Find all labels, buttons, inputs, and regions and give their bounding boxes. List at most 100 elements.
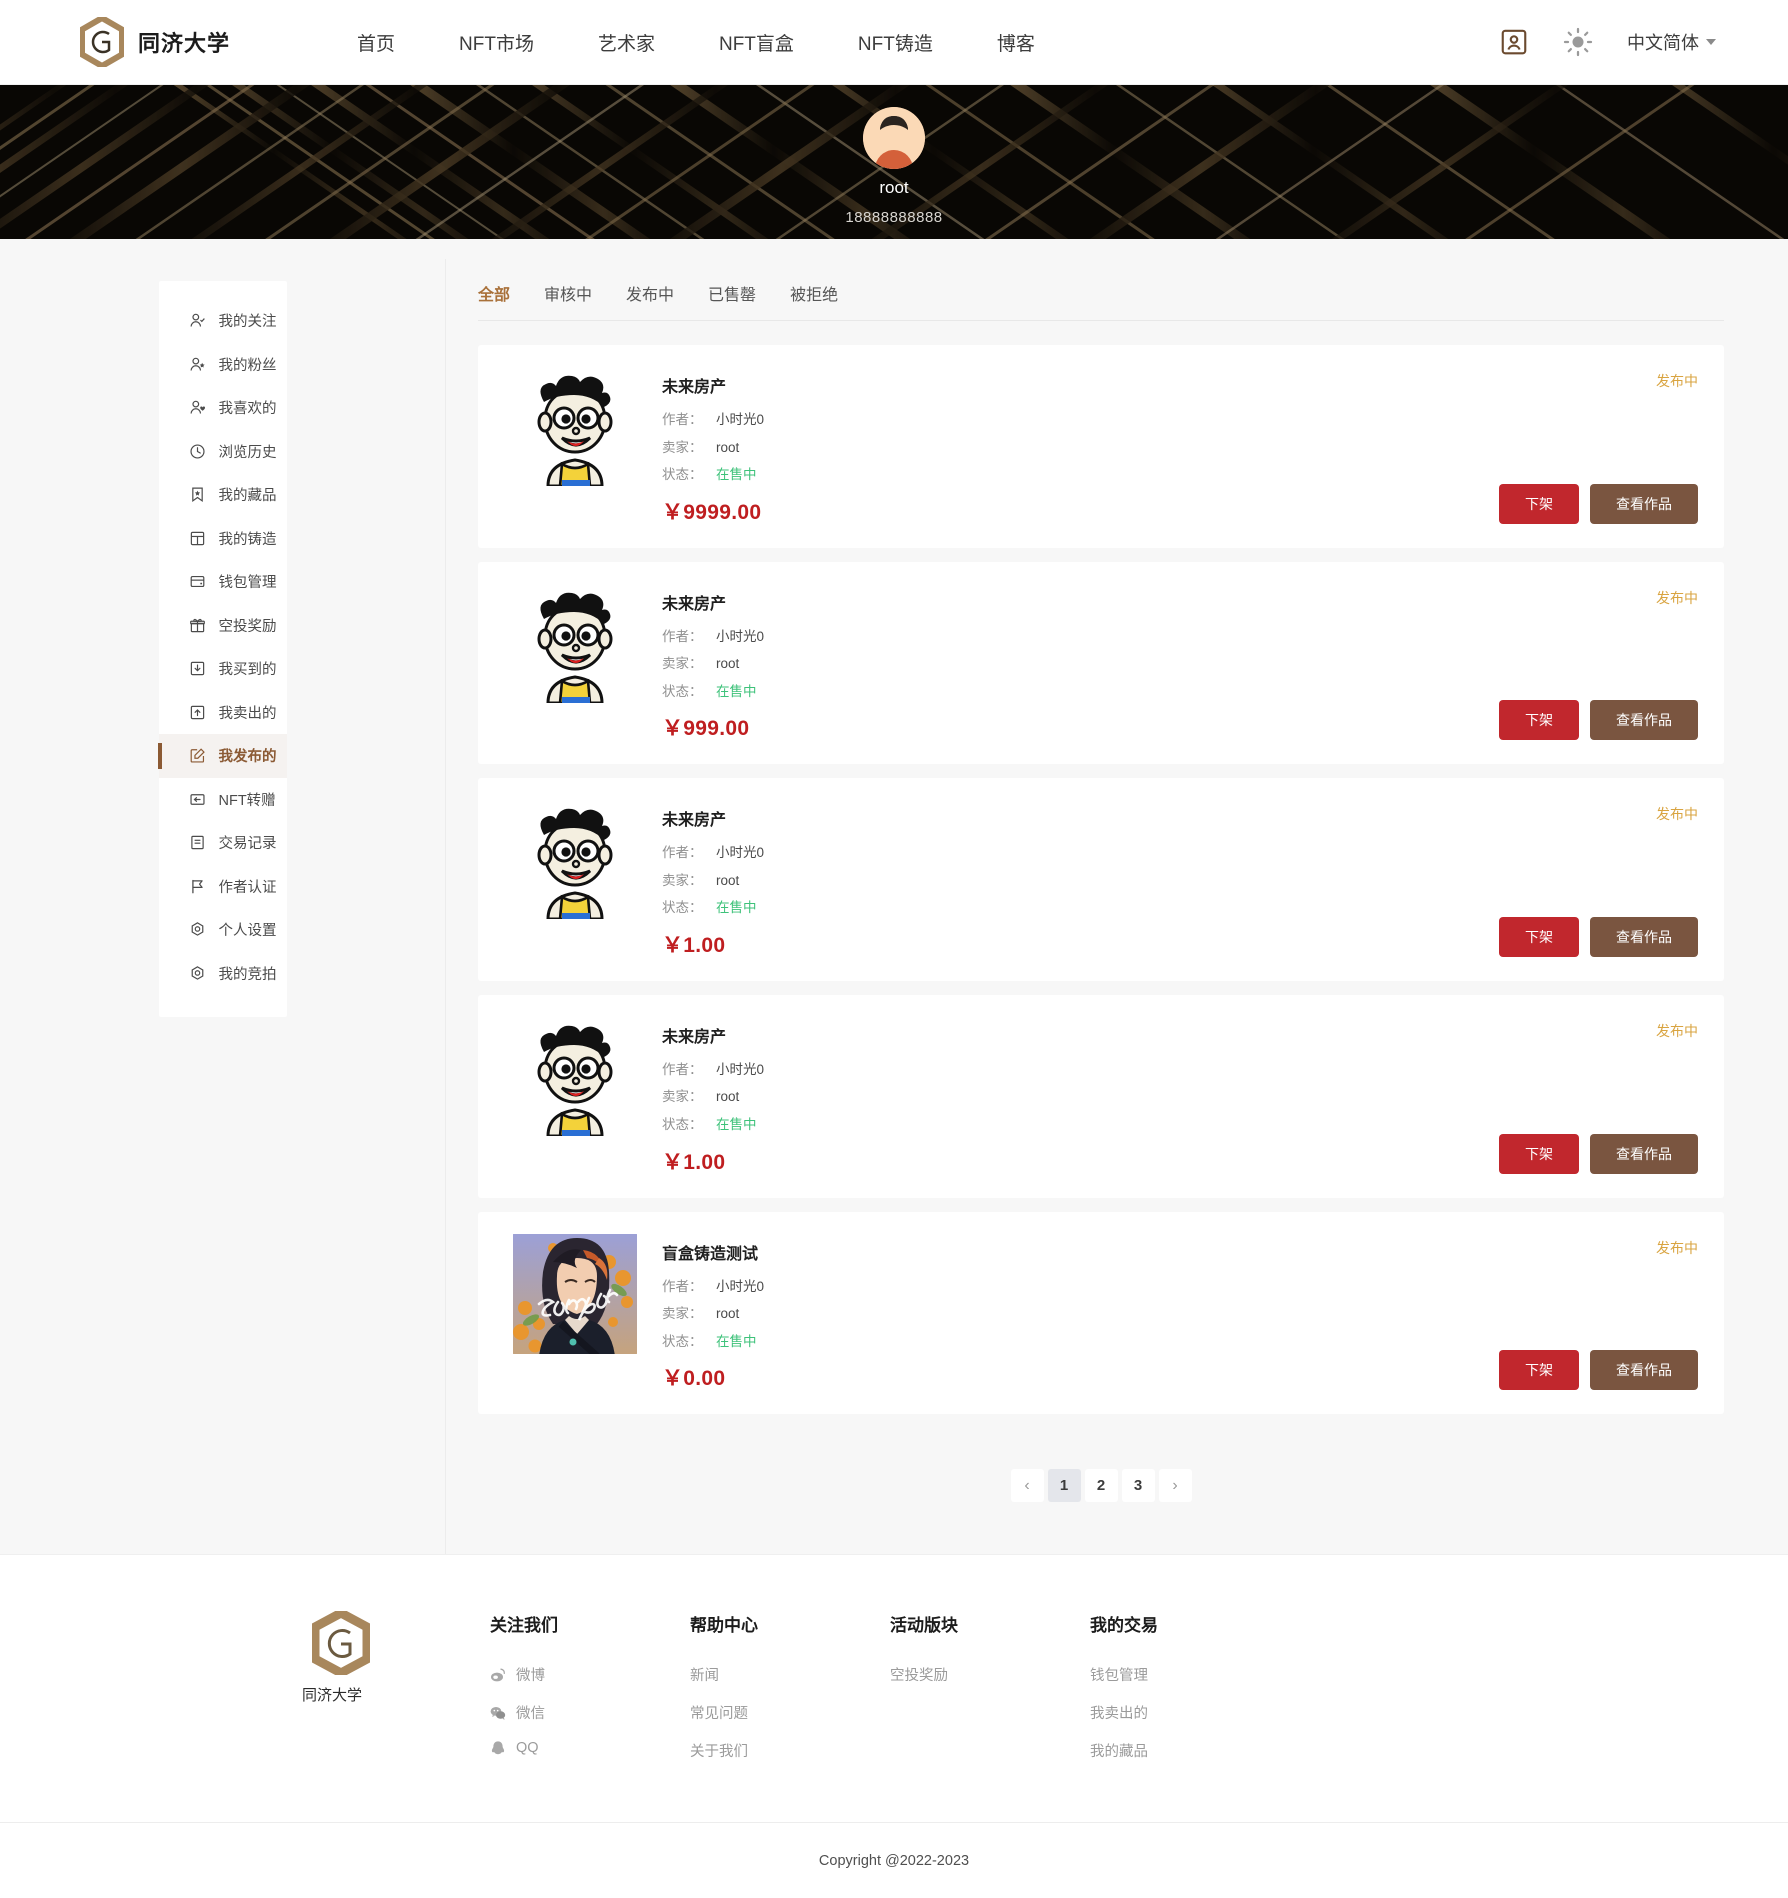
footer-columns: 同济大学 关注我们 微博 微信 QQ 帮助中心 新闻 常见问题 关于我们 活动版… [0, 1611, 1788, 1778]
sidebar-item-fans[interactable]: 我的粉丝 [159, 343, 287, 387]
remove-button[interactable]: 下架 [1499, 916, 1579, 957]
avatar[interactable] [863, 107, 925, 169]
remove-button[interactable]: 下架 [1499, 1133, 1579, 1174]
pagination-prev[interactable]: ‹ [1010, 1469, 1044, 1503]
pagination-page-1[interactable]: 1 [1047, 1469, 1081, 1503]
nav-item-mint[interactable]: NFT铸造 [826, 29, 965, 56]
nft-card[interactable]: 未来房产 作者： 小时光0 卖家： root 状态： 在售中 ￥9999.00 [478, 345, 1724, 548]
nft-seller-row: 卖家： root [662, 1088, 1438, 1106]
sidebar-item-purchased[interactable]: 我买到的 [159, 647, 287, 691]
list-icon [190, 836, 204, 850]
pagination-next[interactable]: › [1158, 1469, 1192, 1503]
sidebar-item-transactions[interactable]: 交易记录 [159, 821, 287, 865]
tab-all[interactable]: 全部 [478, 281, 536, 305]
page-body: 我的关注 我的粉丝 我喜欢的 浏览历史 我的藏品 我的铸造 钱包管理 空投奖励 … [0, 239, 1788, 1555]
nav-item-artists[interactable]: 艺术家 [566, 29, 687, 56]
remove-button[interactable]: 下架 [1499, 700, 1579, 741]
sidebar-item-label: 我买到的 [218, 662, 277, 679]
content-column: 全部 审核中 发布中 已售罄 被拒绝 未来房产 作者： 小时光0 卖家： roo… [446, 259, 1788, 1554]
view-button[interactable]: 查看作品 [1590, 700, 1698, 741]
view-button[interactable]: 查看作品 [1590, 1133, 1698, 1174]
footer-link-weibo[interactable]: 微博 [490, 1664, 690, 1685]
sidebar-item-following[interactable]: 我的关注 [159, 299, 287, 343]
footer-link-airdrop[interactable]: 空投奖励 [890, 1664, 1090, 1685]
nft-thumbnail[interactable] [506, 367, 644, 487]
sidebar-item-history[interactable]: 浏览历史 [159, 430, 287, 474]
nft-price: ￥9999.00 [662, 500, 762, 524]
nft-card[interactable]: 未来房产 作者： 小时光0 卖家： root 状态： 在售中 ￥1.00 发布中… [478, 778, 1724, 981]
remove-button[interactable]: 下架 [1499, 1350, 1579, 1391]
nft-card[interactable]: 盲盒铸造测试 作者： 小时光0 卖家： root 状态： 在售中 ￥0.00 发… [478, 1211, 1724, 1415]
transfer-icon [189, 793, 205, 805]
tab-rejected[interactable]: 被拒绝 [790, 281, 864, 305]
cartoon-boy-icon [537, 375, 613, 486]
tab-soldout[interactable]: 已售罄 [708, 281, 782, 305]
nft-card[interactable]: 未来房产 作者： 小时光0 卖家： root 状态： 在售中 ￥999.00 发… [478, 561, 1724, 765]
sidebar-item-liked[interactable]: 我喜欢的 [159, 386, 287, 430]
footer-link-faq[interactable]: 常见问题 [690, 1702, 890, 1723]
brand-logo[interactable]: 同济大学 [80, 17, 230, 67]
view-button[interactable]: 查看作品 [1590, 483, 1698, 524]
pagination-page-3[interactable]: 3 [1121, 1469, 1155, 1503]
nft-author-row: 作者： 小时光0 [662, 844, 1438, 862]
sun-icon[interactable] [1563, 27, 1593, 57]
brand-name: 同济大学 [138, 31, 231, 56]
sidebar-item-settings[interactable]: 个人设置 [159, 908, 287, 952]
nft-info: 未来房产 作者： 小时光0 卖家： root 状态： 在售中 ￥1.00 [662, 1017, 1438, 1176]
nft-thumbnail[interactable] [506, 1233, 644, 1354]
footer-link-wallet[interactable]: 钱包管理 [1090, 1664, 1315, 1685]
button-group: 下架 查看作品 [1499, 1133, 1698, 1174]
box-down-icon [190, 662, 204, 676]
view-button[interactable]: 查看作品 [1590, 916, 1698, 957]
footer-link-collection[interactable]: 我的藏品 [1090, 1740, 1315, 1761]
view-button[interactable]: 查看作品 [1590, 1350, 1698, 1391]
site-footer: 同济大学 关注我们 微博 微信 QQ 帮助中心 新闻 常见问题 关于我们 活动版… [0, 1554, 1788, 1898]
footer-link-news[interactable]: 新闻 [690, 1664, 890, 1685]
nav-item-blog[interactable]: 博客 [965, 29, 1067, 56]
footer-link-wechat[interactable]: 微信 [490, 1702, 690, 1723]
remove-button[interactable]: 下架 [1499, 483, 1579, 524]
nft-thumbnail[interactable] [506, 584, 644, 704]
footer-column-help: 帮助中心 新闻 常见问题 关于我们 [690, 1611, 890, 1778]
nft-card[interactable]: 未来房产 作者： 小时光0 卖家： root 状态： 在售中 ￥1.00 发布中… [478, 994, 1724, 1198]
pagination-page-2[interactable]: 2 [1084, 1469, 1118, 1503]
hexagon-logo-icon [312, 1611, 370, 1676]
sidebar-item-published[interactable]: 我发布的 [157, 734, 287, 778]
sidebar-item-author-cert[interactable]: 作者认证 [159, 865, 287, 909]
footer-link-about[interactable]: 关于我们 [690, 1740, 890, 1761]
copyright-bar: Copyright @2022-2023 [0, 1822, 1788, 1898]
tab-publishing[interactable]: 发布中 [626, 281, 700, 305]
user-card-icon[interactable] [1499, 27, 1529, 57]
sidebar-item-wallet[interactable]: 钱包管理 [159, 560, 287, 604]
footer-column-title: 我的交易 [1090, 1616, 1158, 1636]
footer-link-sold[interactable]: 我卖出的 [1090, 1702, 1315, 1723]
edit-square-icon [190, 748, 205, 763]
footer-link-label: 微博 [516, 1668, 545, 1685]
footer-column-title: 活动版块 [890, 1616, 958, 1636]
nft-seller-row: 卖家： root [662, 439, 1438, 457]
nft-thumbnail[interactable] [506, 1017, 644, 1137]
status-badge: 发布中 [1656, 1022, 1698, 1039]
tab-reviewing[interactable]: 审核中 [544, 281, 618, 305]
footer-column-title: 关注我们 [490, 1616, 558, 1636]
sidebar-item-collection[interactable]: 我的藏品 [159, 473, 287, 517]
nft-price: ￥0.00 [662, 1367, 726, 1391]
sidebar-item-minting[interactable]: 我的铸造 [159, 517, 287, 561]
sidebar-item-auction[interactable]: 我的竞拍 [159, 952, 287, 996]
status-value: 在售中 [716, 1117, 757, 1133]
language-selector[interactable]: 中文简体 [1627, 29, 1716, 55]
footer-brand: 同济大学 [300, 1611, 490, 1778]
nav-item-home[interactable]: 首页 [325, 29, 427, 56]
seller-value: root [716, 872, 740, 888]
nft-actions: 发布中 下架 查看作品 [1438, 800, 1698, 959]
footer-link-qq[interactable]: QQ [490, 1740, 690, 1756]
sidebar-item-airdrop[interactable]: 空投奖励 [159, 604, 287, 648]
sidebar-item-sold[interactable]: 我卖出的 [159, 691, 287, 735]
cartoon-boy-icon [537, 1025, 613, 1136]
sidebar-item-transfer[interactable]: NFT转赠 [159, 778, 287, 822]
nav-item-market[interactable]: NFT市场 [427, 29, 566, 56]
language-label: 中文简体 [1627, 33, 1699, 53]
author-label: 作者： [662, 845, 703, 861]
nft-thumbnail[interactable] [506, 800, 644, 920]
nav-item-blindbox[interactable]: NFT盲盒 [687, 29, 826, 56]
